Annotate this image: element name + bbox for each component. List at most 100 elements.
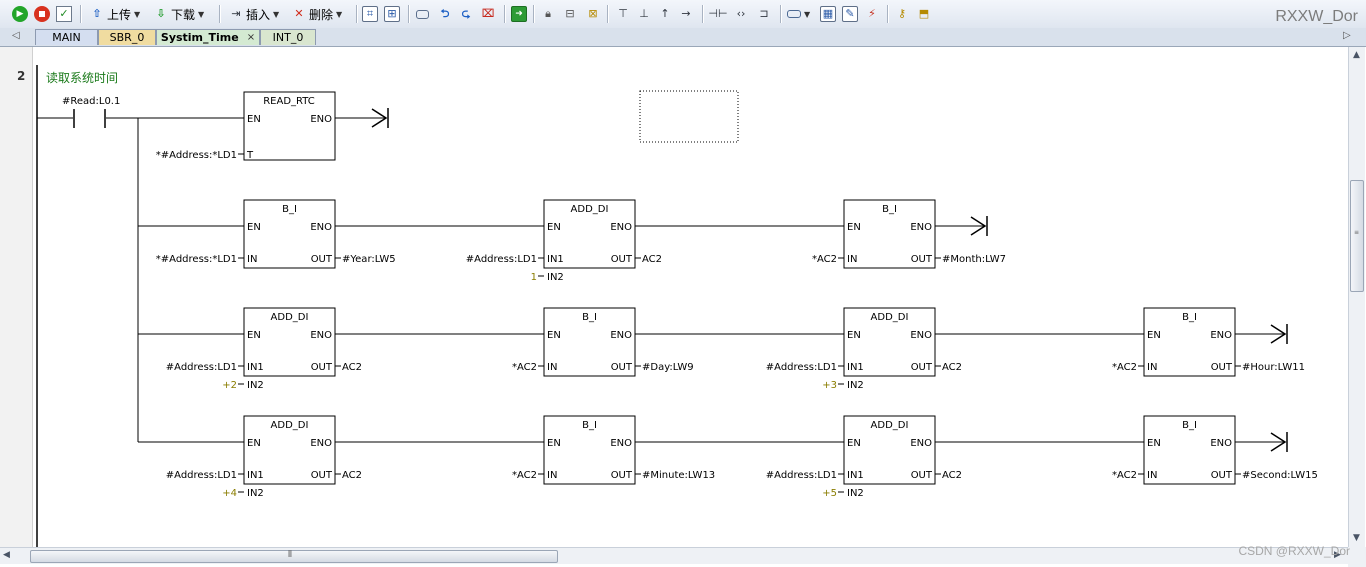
output-operand[interactable]: AC2: [342, 362, 362, 373]
branch-down-button[interactable]: ⊥: [636, 4, 652, 24]
input-operand[interactable]: *#Address:*LD1: [156, 254, 237, 265]
function-block-b-i[interactable]: B_I EN ENO IN *AC2 OUT #Month:LW7: [812, 199, 1006, 269]
scroll-down-icon[interactable]: ▼: [1353, 533, 1360, 543]
constant-operand[interactable]: +5: [822, 488, 837, 499]
download-dropdown-icon[interactable]: ▼: [198, 10, 204, 19]
insert-button[interactable]: ⇥ 插入 ▼: [228, 4, 279, 24]
insert-dropdown-icon[interactable]: ▼: [273, 10, 279, 19]
key-button[interactable]: ⚷: [894, 4, 910, 24]
function-block-b-i[interactable]: B_I EN ENO IN *AC2 OUT #Minute:LW13: [512, 415, 715, 485]
horizontal-scroll-thumb[interactable]: ⦀: [30, 550, 558, 563]
download-box-button[interactable]: ⬒: [916, 4, 932, 24]
out-pin: OUT: [1211, 362, 1233, 373]
out-pin: OUT: [311, 362, 333, 373]
horizontal-scrollbar[interactable]: ◀ ⦀ ▶: [0, 547, 1348, 564]
table-button[interactable]: ▦: [820, 4, 836, 24]
tab-sbr-0[interactable]: SBR_0: [98, 29, 156, 45]
variable-view-button[interactable]: ⊞: [384, 4, 400, 24]
clear-button[interactable]: ⌧: [480, 4, 496, 24]
en-pin: EN: [547, 222, 561, 233]
input-operand[interactable]: #Address:LD1: [166, 470, 237, 481]
step-forward-button[interactable]: ⮎: [458, 4, 474, 24]
input-operand[interactable]: #Address:LD1: [166, 362, 237, 373]
input-operand[interactable]: *AC2: [512, 470, 537, 481]
output-operand[interactable]: #Second:LW15: [1242, 470, 1318, 481]
input-operand[interactable]: *AC2: [812, 254, 837, 265]
input-operand[interactable]: #Address:LD1: [466, 254, 537, 265]
export-button[interactable]: ➜: [511, 4, 527, 24]
selection-box[interactable]: [639, 90, 739, 143]
unlock-button[interactable]: ⊟: [562, 4, 578, 24]
tab-scroll-left-icon[interactable]: ◁: [12, 30, 20, 41]
output-operand[interactable]: AC2: [942, 362, 962, 373]
read-rtc-block[interactable]: READ_RTC EN ENO T *#Address:*LD1: [138, 91, 389, 161]
input-operand[interactable]: *AC2: [1112, 470, 1137, 481]
debug-button[interactable]: ⚡︎: [864, 4, 880, 24]
constant-operand[interactable]: +4: [222, 488, 237, 499]
download-button[interactable]: ⇩ 下载 ▼: [153, 4, 204, 24]
out-pin: OUT: [611, 470, 633, 481]
output-operand[interactable]: #Day:LW9: [642, 362, 694, 373]
protect-button[interactable]: ⊠: [585, 4, 601, 24]
contact-read[interactable]: #Read:L0.1: [37, 96, 138, 128]
label-dropdown-icon[interactable]: ▼: [804, 10, 810, 19]
function-block-add-di[interactable]: ADD_DI EN ENO IN1 #Address:LD1 IN2 +5 OUT AC2: [766, 415, 962, 499]
line-right-button[interactable]: →: [678, 4, 694, 24]
box-button[interactable]: [416, 4, 429, 24]
constant-operand[interactable]: 1: [531, 272, 537, 283]
tab-main[interactable]: MAIN: [35, 29, 98, 45]
output-operand[interactable]: #Year:LW5: [342, 254, 396, 265]
output-operand[interactable]: AC2: [942, 470, 962, 481]
function-block-b-i[interactable]: B_I EN ENO IN *AC2 OUT #Hour:LW11: [1112, 307, 1305, 377]
output-operand[interactable]: AC2: [342, 470, 362, 481]
input-operand[interactable]: #Address:LD1: [766, 470, 837, 481]
run-button[interactable]: ▶: [12, 4, 28, 24]
line-up-button[interactable]: ↑: [657, 4, 673, 24]
constant-operand[interactable]: +3: [822, 380, 837, 391]
function-block-add-di[interactable]: ADD_DI EN ENO IN1 #Address:LD1 IN2 1 OUT AC2: [466, 199, 662, 283]
tab-systim-time[interactable]: Systim_Time ×: [156, 29, 260, 45]
function-block-b-i[interactable]: B_I EN ENO IN *#Address:*LD1 OUT #Year:LW5: [156, 199, 396, 269]
input-operand[interactable]: #Address:LD1: [766, 362, 837, 373]
eno-pin: ENO: [310, 222, 332, 233]
table-icon: ▦: [820, 6, 836, 22]
box-instr-button[interactable]: ⊐: [756, 4, 772, 24]
tab-int-0[interactable]: INT_0: [260, 29, 316, 45]
branch-up-button[interactable]: ⊤: [615, 4, 631, 24]
scroll-left-icon[interactable]: ◀: [3, 550, 10, 560]
stop-button[interactable]: [34, 4, 50, 24]
vertical-scrollbar[interactable]: ▲ ≡ ▼: [1348, 47, 1365, 547]
tab-scroll-right-icon[interactable]: ▷: [1343, 30, 1351, 41]
compile-button[interactable]: ✓: [56, 4, 72, 24]
function-block-add-di[interactable]: ADD_DI EN ENO IN1 #Address:LD1 IN2 +2 OUT AC2: [166, 307, 362, 391]
t-operand[interactable]: *#Address:*LD1: [156, 150, 237, 161]
output-operand[interactable]: #Month:LW7: [942, 254, 1006, 265]
function-block-add-di[interactable]: ADD_DI EN ENO IN1 #Address:LD1 IN2 +3 OUT AC2: [766, 307, 962, 391]
scroll-up-icon[interactable]: ▲: [1353, 50, 1360, 60]
ladder-editor[interactable]: 2 读取系统时间 #Read:L0.1 READ_RTC EN ENO T *#…: [0, 47, 1348, 547]
upload-dropdown-icon[interactable]: ▼: [134, 10, 140, 19]
lock-button[interactable]: 🔒︎: [540, 4, 556, 24]
input-operand[interactable]: *AC2: [512, 362, 537, 373]
input-pin: IN1: [247, 362, 264, 373]
output-operand[interactable]: #Hour:LW11: [1242, 362, 1305, 373]
function-block-b-i[interactable]: B_I EN ENO IN *AC2 OUT #Day:LW9: [512, 307, 694, 377]
edit-button[interactable]: ✎: [842, 4, 858, 24]
network-view-button[interactable]: ⌗: [362, 4, 378, 24]
output-operand[interactable]: #Minute:LW13: [642, 470, 715, 481]
input-operand[interactable]: *AC2: [1112, 362, 1137, 373]
coil-button[interactable]: ‹›: [733, 4, 749, 24]
output-operand[interactable]: AC2: [642, 254, 662, 265]
delete-button[interactable]: ✕ 删除 ▼: [291, 4, 342, 24]
delete-dropdown-icon[interactable]: ▼: [336, 10, 342, 19]
contact-button[interactable]: ⊣⊢: [708, 4, 727, 24]
label-button[interactable]: ▼: [787, 4, 810, 24]
vertical-scroll-thumb[interactable]: ≡: [1350, 180, 1364, 292]
step-back-icon: ⮌: [440, 7, 450, 20]
function-block-add-di[interactable]: ADD_DI EN ENO IN1 #Address:LD1 IN2 +4 OUT AC2: [166, 415, 362, 499]
constant-operand[interactable]: +2: [222, 380, 237, 391]
close-tab-icon[interactable]: ×: [247, 32, 255, 43]
en-pin: EN: [247, 330, 261, 341]
upload-button[interactable]: ⇧ 上传 ▼: [89, 4, 140, 24]
step-back-button[interactable]: ⮌: [437, 4, 453, 24]
